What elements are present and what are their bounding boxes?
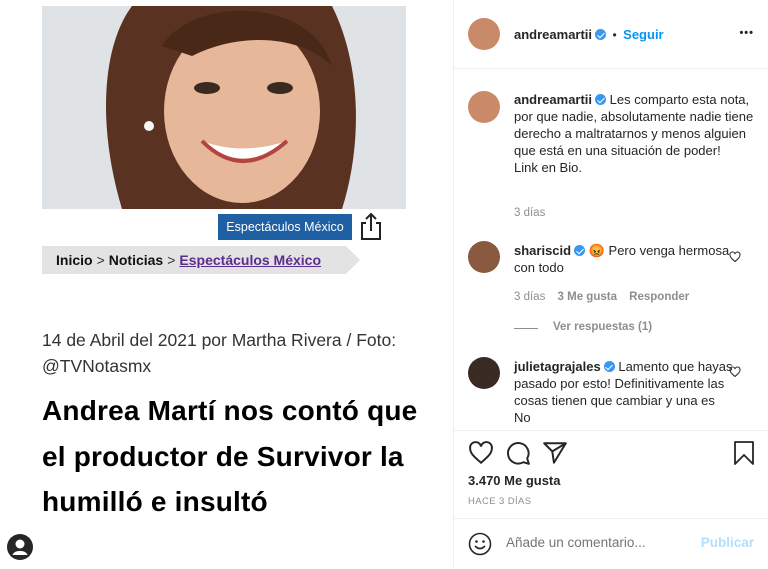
avatar[interactable] <box>468 357 500 389</box>
verified-icon <box>595 29 607 40</box>
angry-emoji-icon: 😡 <box>588 243 605 258</box>
comments-list[interactable]: andreamartii Les comparto esta nota, por… <box>454 69 768 429</box>
view-replies-button[interactable]: Ver respuestas (1) <box>553 321 652 333</box>
comment-time: 3 días <box>514 291 546 303</box>
header-username[interactable]: andreamartii <box>514 27 592 42</box>
avatar[interactable] <box>468 91 500 123</box>
breadcrumb: Inicio > Noticias > Espectáculos México <box>42 246 360 274</box>
tagged-user-icon[interactable] <box>7 534 33 560</box>
like-comment-heart-icon[interactable] <box>729 366 741 378</box>
action-bar: 3.470 Me gusta HACE 3 DÍAS <box>454 430 768 519</box>
comment: shariscid 😡 Pero venga hermosa con todo <box>514 242 734 276</box>
comment-username[interactable]: shariscid <box>514 243 571 258</box>
article-headline: Andrea Martí nos contó que el productor … <box>42 395 418 517</box>
avatar[interactable] <box>468 241 500 273</box>
article-date-line: 14 de Abril del 2021 por Martha Rivera /… <box>42 330 397 376</box>
post-age: HACE 3 DÍAS <box>468 496 532 507</box>
reply-button[interactable]: Responder <box>629 291 689 303</box>
more-options-icon[interactable]: ••• <box>739 27 754 39</box>
breadcrumb-separator: > <box>96 252 105 268</box>
caption-link-text: Link en Bio. <box>514 160 582 175</box>
like-count[interactable]: 3.470 Me gusta <box>468 473 561 488</box>
emoji-icon[interactable] <box>468 532 492 556</box>
share-direct-icon[interactable] <box>542 440 568 466</box>
comment-username[interactable]: julietagrajales <box>514 359 601 374</box>
like-heart-icon[interactable] <box>468 440 494 466</box>
breadcrumb-section-link[interactable]: Espectáculos México <box>179 252 321 268</box>
separator-dot: • <box>612 28 617 42</box>
like-comment-heart-icon[interactable] <box>729 251 741 263</box>
breadcrumb-news[interactable]: Noticias <box>109 252 163 268</box>
share-icon[interactable] <box>358 211 384 241</box>
publish-button[interactable]: Publicar <box>701 535 754 550</box>
breadcrumb-separator: > <box>167 252 176 268</box>
verified-icon <box>595 94 607 105</box>
verified-icon <box>603 361 615 372</box>
caption-time: 3 días <box>514 207 546 219</box>
verified-icon <box>574 245 586 256</box>
post-photo <box>42 6 406 209</box>
post-sidebar: andreamartii • Seguir ••• andreamartii L… <box>454 0 768 568</box>
comment: julietagrajales Lamento que hayas pasado… <box>514 358 734 426</box>
avatar[interactable] <box>468 18 500 50</box>
add-comment-input[interactable] <box>506 535 676 550</box>
breadcrumb-home[interactable]: Inicio <box>56 252 93 268</box>
portrait-image <box>42 6 406 209</box>
comment-likes[interactable]: 3 Me gusta <box>558 291 617 303</box>
comment-icon[interactable] <box>505 440 531 466</box>
follow-button[interactable]: Seguir <box>623 27 663 42</box>
post-header: andreamartii • Seguir ••• <box>454 0 768 69</box>
comment-meta: 3 días 3 Me gusta Responder <box>514 291 689 303</box>
post-media: Espectáculos México Inicio > Noticias > Espe… <box>0 0 453 568</box>
save-bookmark-icon[interactable] <box>732 440 756 466</box>
divider <box>514 328 538 329</box>
caption-username[interactable]: andreamartii <box>514 92 592 107</box>
caption: andreamartii Les comparto esta nota, por… <box>514 91 754 176</box>
category-tag[interactable]: Espectáculos México <box>218 214 352 240</box>
add-comment-bar: Publicar <box>454 518 768 569</box>
